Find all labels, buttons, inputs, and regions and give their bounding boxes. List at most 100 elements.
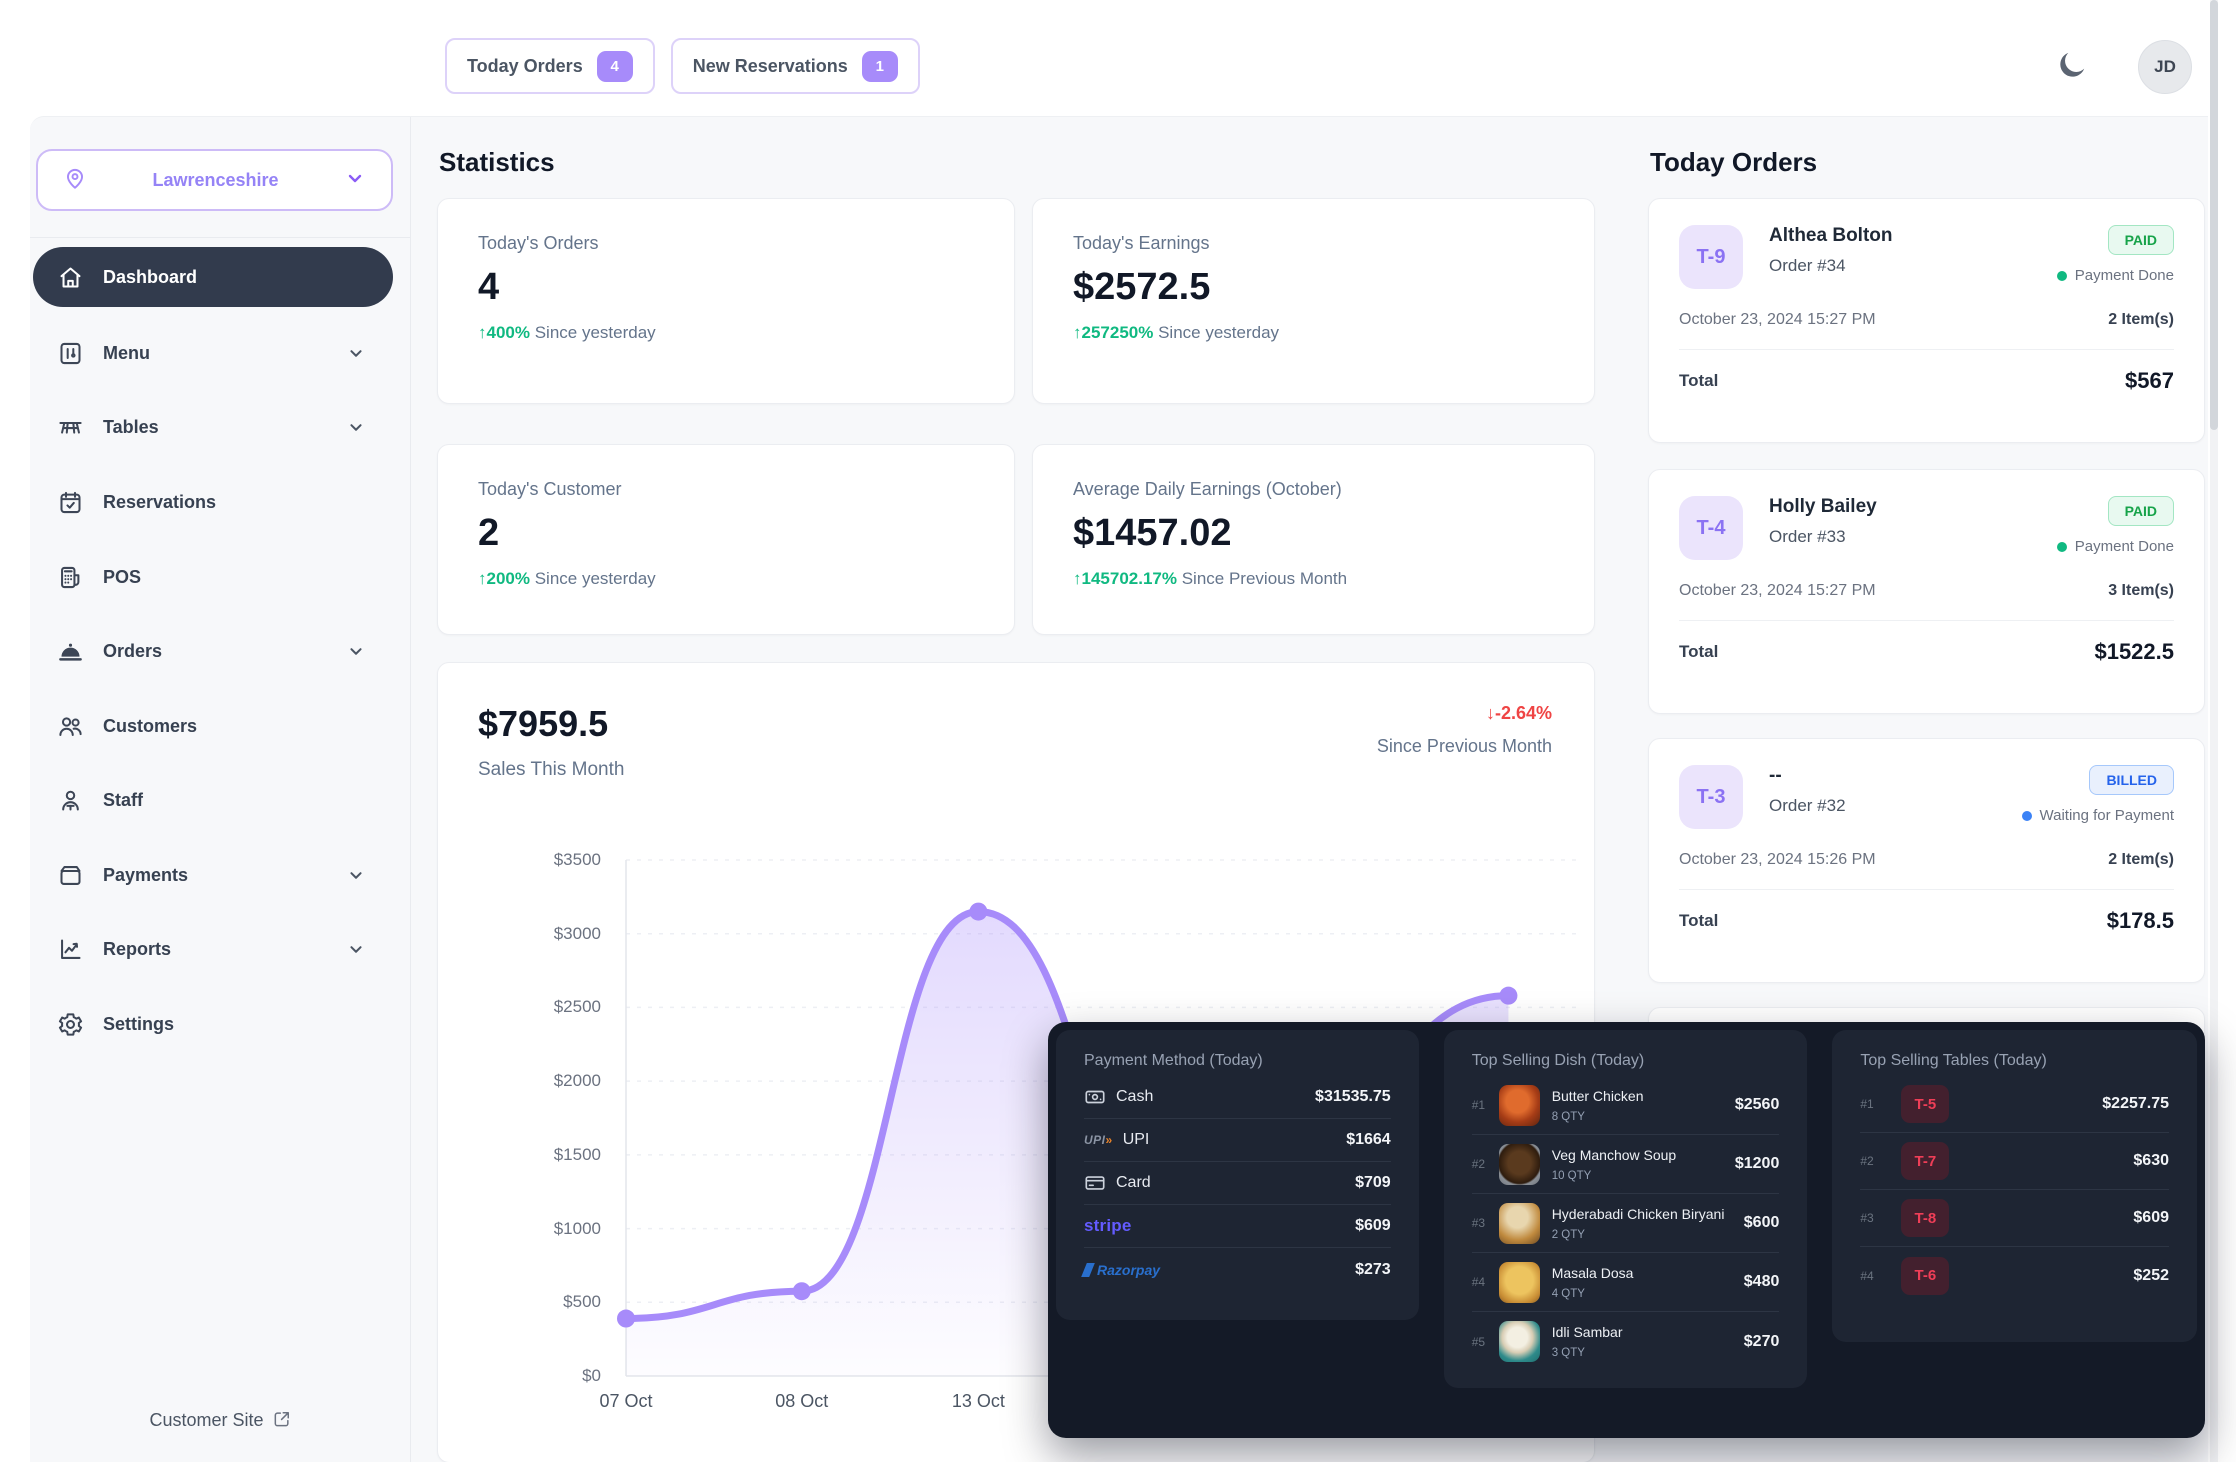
- dish-name: Hyderabadi Chicken Biryani: [1552, 1206, 1725, 1222]
- sidebar-item-customers[interactable]: Customers: [33, 696, 393, 756]
- new-reservations-button[interactable]: New Reservations 1: [671, 38, 920, 94]
- table-chip: T-3: [1679, 765, 1743, 829]
- page-scrollbar[interactable]: [2210, 0, 2218, 1462]
- gear-icon: [57, 1011, 84, 1038]
- up-arrow-icon: ↑: [478, 323, 487, 342]
- sidebar-item-reservations[interactable]: Reservations: [33, 472, 393, 532]
- stat-card-todays-customer: Today's Customer 2 ↑200% Since yesterday: [437, 444, 1015, 635]
- home-icon: [57, 264, 84, 291]
- sidebar-item-tables[interactable]: Tables: [33, 397, 393, 457]
- customer-name: --: [1769, 765, 1846, 787]
- sidebar-item-pos[interactable]: POS: [33, 547, 393, 607]
- dark-mode-toggle[interactable]: [2052, 46, 2092, 86]
- y-tick-label: $500: [438, 1291, 601, 1313]
- y-tick-label: $3000: [438, 923, 601, 945]
- customer-site-label: Customer Site: [149, 1410, 263, 1430]
- y-tick-label: $1000: [438, 1218, 601, 1240]
- table-row: #2 T-7 $630: [1860, 1133, 2169, 1190]
- customer-name: Holly Bailey: [1769, 496, 1877, 518]
- stat-label: Today's Customer: [478, 479, 974, 500]
- sidebar-item-staff[interactable]: Staff: [33, 770, 393, 830]
- cloche-icon: [57, 638, 84, 665]
- dish-amount: $600: [1744, 1214, 1780, 1232]
- order-card[interactable]: T-3 -- Order #32 BILLED Waiting for Paym…: [1648, 738, 2205, 983]
- payment-status: Payment Done: [2057, 538, 2174, 555]
- dish-name: Masala Dosa: [1552, 1265, 1634, 1281]
- chevron-down-icon: [345, 640, 367, 662]
- status-dot: [2057, 542, 2067, 552]
- stat-label: Average Daily Earnings (October): [1073, 479, 1554, 500]
- dish-name: Butter Chicken: [1552, 1088, 1644, 1104]
- payment-amount: $31535.75: [1315, 1088, 1391, 1106]
- y-tick-label: $3500: [438, 849, 601, 871]
- stat-cards-row-2: Today's Customer 2 ↑200% Since yesterday…: [437, 444, 1595, 635]
- sidebar-item-menu[interactable]: Menu: [33, 323, 393, 383]
- dish-row: #2 Veg Manchow Soup10 QTY $1200: [1472, 1135, 1780, 1194]
- order-date: October 23, 2024 15:27 PM: [1679, 582, 1876, 600]
- users-icon: [57, 713, 84, 740]
- sales-total-value: $7959.5: [478, 703, 624, 745]
- scrollbar-thumb[interactable]: [2210, 0, 2218, 430]
- payment-amount: $609: [1355, 1217, 1391, 1235]
- today-orders-heading: Today Orders: [1650, 147, 1817, 178]
- sidebar-item-reports[interactable]: Reports: [33, 919, 393, 979]
- payment-amount: $1664: [1346, 1131, 1391, 1149]
- sidebar-item-payments[interactable]: Payments: [33, 845, 393, 905]
- status-dot: [2057, 271, 2067, 281]
- stat-delta: ↑145702.17% Since Previous Month: [1073, 569, 1554, 589]
- credit-card-icon: [1084, 1172, 1106, 1194]
- dish-panel-title: Top Selling Dish (Today): [1472, 1052, 1780, 1070]
- chevron-down-icon: [345, 416, 367, 438]
- y-tick-label: $2000: [438, 1070, 601, 1092]
- order-date: October 23, 2024 15:27 PM: [1679, 311, 1876, 329]
- rank-label: #3: [1860, 1211, 1887, 1225]
- dish-row: #5 Idli Sambar3 QTY $270: [1472, 1312, 1780, 1371]
- sidebar-item-settings[interactable]: Settings: [33, 994, 393, 1054]
- order-card[interactable]: T-4 Holly Bailey Order #33 PAID Payment …: [1648, 469, 2205, 714]
- payment-amount: $273: [1355, 1261, 1391, 1279]
- dish-row: #1 Butter Chicken8 QTY $2560: [1472, 1076, 1780, 1135]
- y-axis-labels: $3500 $3000 $2500 $2000 $1500 $1000 $500…: [438, 849, 601, 1387]
- stat-value: 4: [478, 266, 974, 309]
- payment-method-label: Card: [1116, 1174, 1151, 1192]
- dish-qty: 2 QTY: [1552, 1229, 1725, 1241]
- sidebar-item-label: POS: [103, 567, 141, 588]
- payment-row: UPI» UPI $1664: [1084, 1119, 1391, 1162]
- x-tick-label: 13 Oct: [952, 1391, 1005, 1412]
- order-number: Order #34: [1769, 256, 1893, 276]
- razorpay-logo: Razorpay: [1084, 1262, 1160, 1278]
- up-arrow-icon: ↑: [478, 569, 487, 588]
- dish-qty: 3 QTY: [1552, 1347, 1623, 1359]
- sidebar-item-label: Menu: [103, 343, 150, 364]
- dish-row: #4 Masala Dosa4 QTY $480: [1472, 1253, 1780, 1312]
- y-tick-label: $1500: [438, 1144, 601, 1166]
- sidebar-item-orders[interactable]: Orders: [33, 621, 393, 681]
- user-avatar[interactable]: JD: [2138, 40, 2192, 94]
- sidebar: Lawrenceshire Dashboard Menu Tables: [30, 117, 411, 1462]
- today-orders-button[interactable]: Today Orders 4: [445, 38, 655, 94]
- stat-value: $1457.02: [1073, 512, 1554, 555]
- stat-label: Today's Earnings: [1073, 233, 1554, 254]
- divider: [1679, 349, 2174, 350]
- statistics-heading: Statistics: [439, 147, 555, 178]
- sidebar-item-label: Orders: [103, 641, 162, 662]
- payment-method-label: UPI: [1123, 1131, 1150, 1149]
- payment-row: stripe $609: [1084, 1205, 1391, 1248]
- customer-site-link[interactable]: Customer Site: [30, 1409, 411, 1431]
- dish-photo: [1499, 1203, 1540, 1244]
- table-amount: $2257.75: [2102, 1095, 2169, 1113]
- sales-delta: ↓-2.64%: [1377, 703, 1552, 724]
- status-badge: PAID: [2108, 225, 2174, 255]
- rank-label: #3: [1472, 1216, 1499, 1230]
- sidebar-item-dashboard[interactable]: Dashboard: [33, 247, 393, 307]
- order-items-count: 2 Item(s): [2108, 311, 2174, 329]
- table-chip: T-5: [1901, 1085, 1949, 1123]
- location-selector[interactable]: Lawrenceshire: [36, 149, 393, 211]
- divider: [1679, 889, 2174, 890]
- sidebar-item-label: Payments: [103, 865, 188, 886]
- dish-qty: 8 QTY: [1552, 1111, 1644, 1123]
- menu-book-icon: [57, 340, 84, 367]
- total-value: $567: [2125, 368, 2174, 394]
- order-card[interactable]: T-9 Althea Bolton Order #34 PAID Payment…: [1648, 198, 2205, 443]
- order-date: October 23, 2024 15:26 PM: [1679, 851, 1876, 869]
